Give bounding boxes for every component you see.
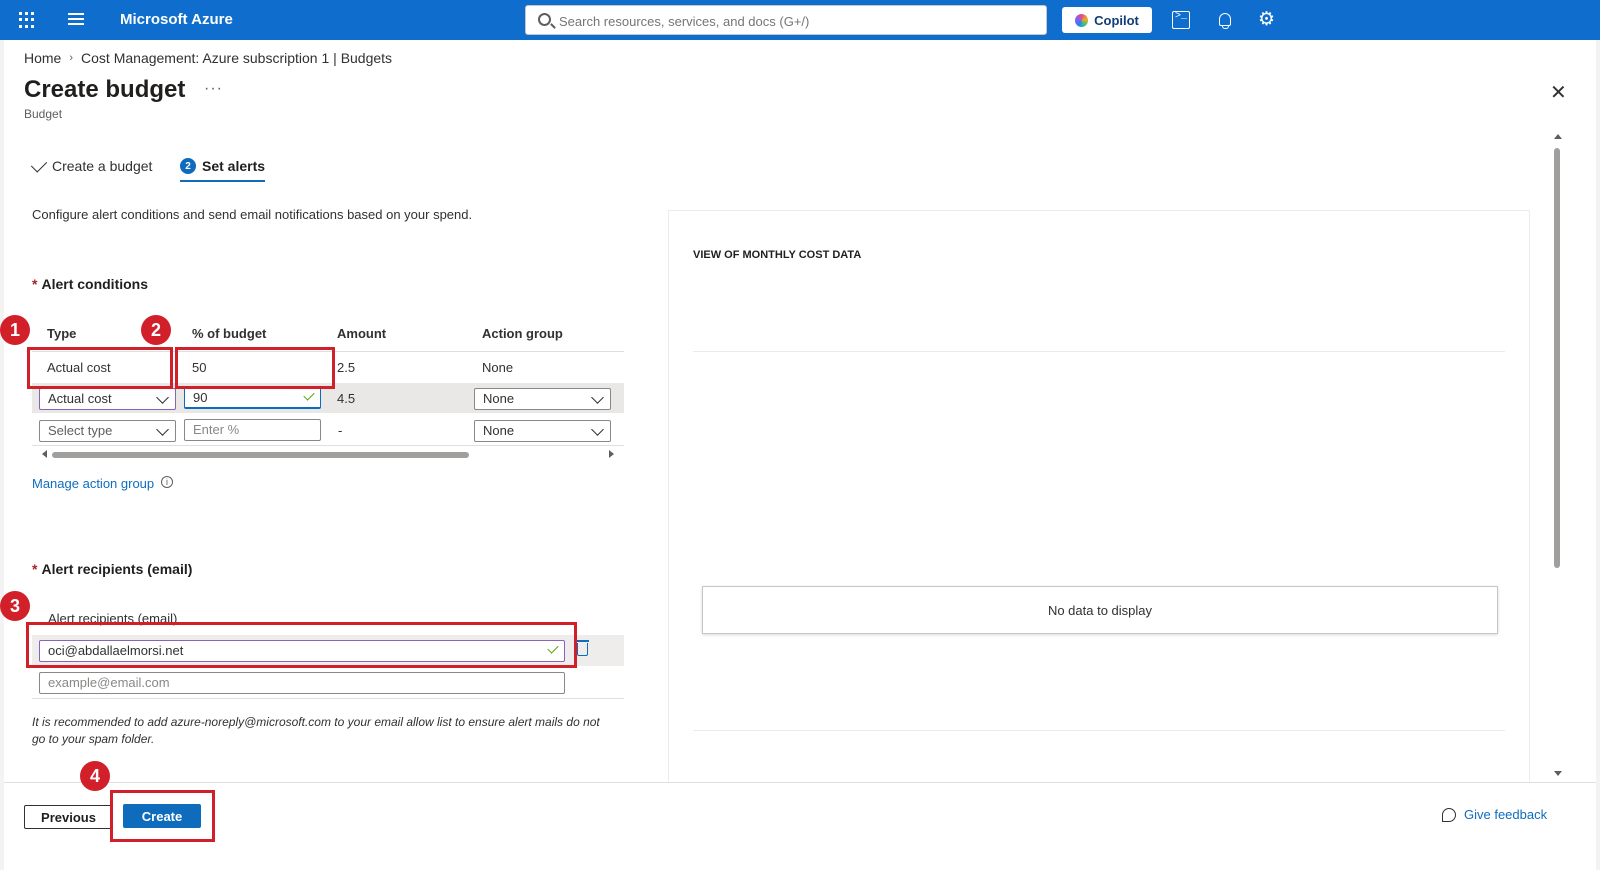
row1-action-group[interactable]: None <box>482 360 513 375</box>
type-dropdown[interactable]: Select type <box>39 420 176 442</box>
description-text: Configure alert conditions and send emai… <box>32 207 473 222</box>
action-group-dropdown[interactable]: None <box>474 420 611 442</box>
alert-recipients-heading: * Alert recipients (email) <box>32 561 192 577</box>
cloud-shell-icon[interactable] <box>1172 11 1190 29</box>
chevron-right-icon: › <box>69 52 74 64</box>
breadcrumb-home[interactable]: Home <box>24 50 61 66</box>
input-placeholder: example@email.com <box>48 675 170 690</box>
close-icon[interactable]: ✕ <box>1550 80 1567 105</box>
divider <box>32 445 624 446</box>
scroll-left-icon[interactable] <box>42 450 47 458</box>
gridline <box>693 351 1505 352</box>
input-value: 90 <box>193 390 208 405</box>
section-title: Alert recipients (email) <box>41 561 193 577</box>
input-placeholder: Enter % <box>193 422 240 437</box>
top-bar: Microsoft Azure Copilot <box>0 0 1600 40</box>
highlight-box-type <box>27 347 173 389</box>
notifications-icon[interactable] <box>1216 11 1234 29</box>
tab-label: Set alerts <box>202 158 266 174</box>
breadcrumb: Home › Cost Management: Azure subscripti… <box>24 50 392 66</box>
highlight-box-percent <box>175 347 335 389</box>
chevron-down-icon <box>591 391 604 404</box>
step-number-badge: 2 <box>180 158 196 174</box>
footer-bar: Previous Create Give feedback <box>4 782 1596 870</box>
alert-conditions-heading: * Alert conditions <box>32 276 148 292</box>
give-feedback-link[interactable]: Give feedback <box>1442 807 1547 822</box>
info-icon[interactable]: i <box>161 476 173 488</box>
column-header-type: Type <box>47 326 77 341</box>
menu-icon[interactable] <box>68 13 84 27</box>
scroll-thumb[interactable] <box>1554 148 1560 568</box>
section-title: Alert conditions <box>41 276 149 292</box>
manage-action-group-link[interactable]: Manage action group <box>32 476 154 491</box>
copilot-button[interactable]: Copilot <box>1062 7 1152 33</box>
scroll-thumb[interactable] <box>52 452 469 458</box>
breadcrumb-budgets[interactable]: Cost Management: Azure subscription 1 | … <box>81 50 392 66</box>
no-data-message: No data to display <box>702 586 1498 634</box>
vertical-scrollbar[interactable] <box>1552 134 1562 776</box>
required-mark: * <box>32 561 38 577</box>
column-header-amount: Amount <box>337 326 387 341</box>
required-mark: * <box>32 276 38 292</box>
tab-create-a-budget[interactable]: Create a budget <box>30 155 153 174</box>
dropdown-value: None <box>483 423 515 438</box>
previous-button[interactable]: Previous <box>24 805 113 829</box>
highlight-box-create <box>110 790 215 842</box>
type-dropdown[interactable]: Actual cost <box>39 388 176 410</box>
more-options-icon[interactable]: ··· <box>204 80 223 98</box>
dropdown-value: None <box>483 391 515 406</box>
page-subtitle: Budget <box>24 107 63 121</box>
scroll-down-icon[interactable] <box>1554 771 1562 776</box>
scroll-right-icon[interactable] <box>609 450 614 458</box>
app-launcher-icon[interactable] <box>19 12 35 28</box>
panel-title: VIEW OF MONTHLY COST DATA <box>693 249 862 261</box>
highlight-box-email <box>26 622 577 668</box>
row1-amount: 2.5 <box>337 360 356 375</box>
column-header-action-group: Action group <box>482 326 563 341</box>
chevron-down-icon <box>156 391 169 404</box>
divider <box>32 698 624 699</box>
annotation-badge: 1 <box>0 315 30 345</box>
gridline <box>693 730 1505 731</box>
chevron-down-icon <box>156 423 169 436</box>
page-title: Create budget <box>24 76 186 103</box>
column-header-percent: % of budget <box>192 326 267 341</box>
feedback-label: Give feedback <box>1464 807 1548 822</box>
row2-amount: 4.5 <box>337 391 356 406</box>
tab-label: Create a budget <box>52 158 153 174</box>
search-icon <box>538 13 551 26</box>
valid-check-icon <box>303 389 315 401</box>
allow-list-note: It is recommended to add azure-noreply@m… <box>32 715 600 746</box>
horizontal-scrollbar[interactable] <box>42 449 614 459</box>
create-budget-page: Home › Cost Management: Azure subscripti… <box>4 40 1596 870</box>
action-group-dropdown[interactable]: None <box>474 388 611 410</box>
email-field[interactable]: example@email.com <box>39 672 565 694</box>
tab-set-alerts[interactable]: 2 Set alerts <box>180 158 266 182</box>
dropdown-value: Actual cost <box>48 391 112 406</box>
percent-input[interactable]: 90 <box>184 387 321 409</box>
chevron-down-icon <box>591 423 604 436</box>
scroll-up-icon[interactable] <box>1554 134 1562 139</box>
brand-title[interactable]: Microsoft Azure <box>120 11 233 28</box>
copilot-label: Copilot <box>1094 12 1139 28</box>
checkmark-icon <box>30 155 48 173</box>
settings-icon[interactable] <box>1258 8 1276 31</box>
feedback-icon <box>1442 807 1456 822</box>
annotation-badge: 4 <box>80 761 110 791</box>
annotation-badge: 3 <box>0 591 30 621</box>
monthly-cost-panel: VIEW OF MONTHLY COST DATA No data to dis… <box>668 210 1530 790</box>
search-box[interactable] <box>525 5 1047 35</box>
row3-amount: - <box>338 423 343 438</box>
delete-icon[interactable] <box>575 640 589 656</box>
copilot-icon <box>1075 13 1089 27</box>
percent-input[interactable]: Enter % <box>184 419 321 441</box>
annotation-badge: 2 <box>141 315 171 345</box>
dropdown-placeholder: Select type <box>48 423 113 438</box>
search-input[interactable] <box>559 11 1029 31</box>
